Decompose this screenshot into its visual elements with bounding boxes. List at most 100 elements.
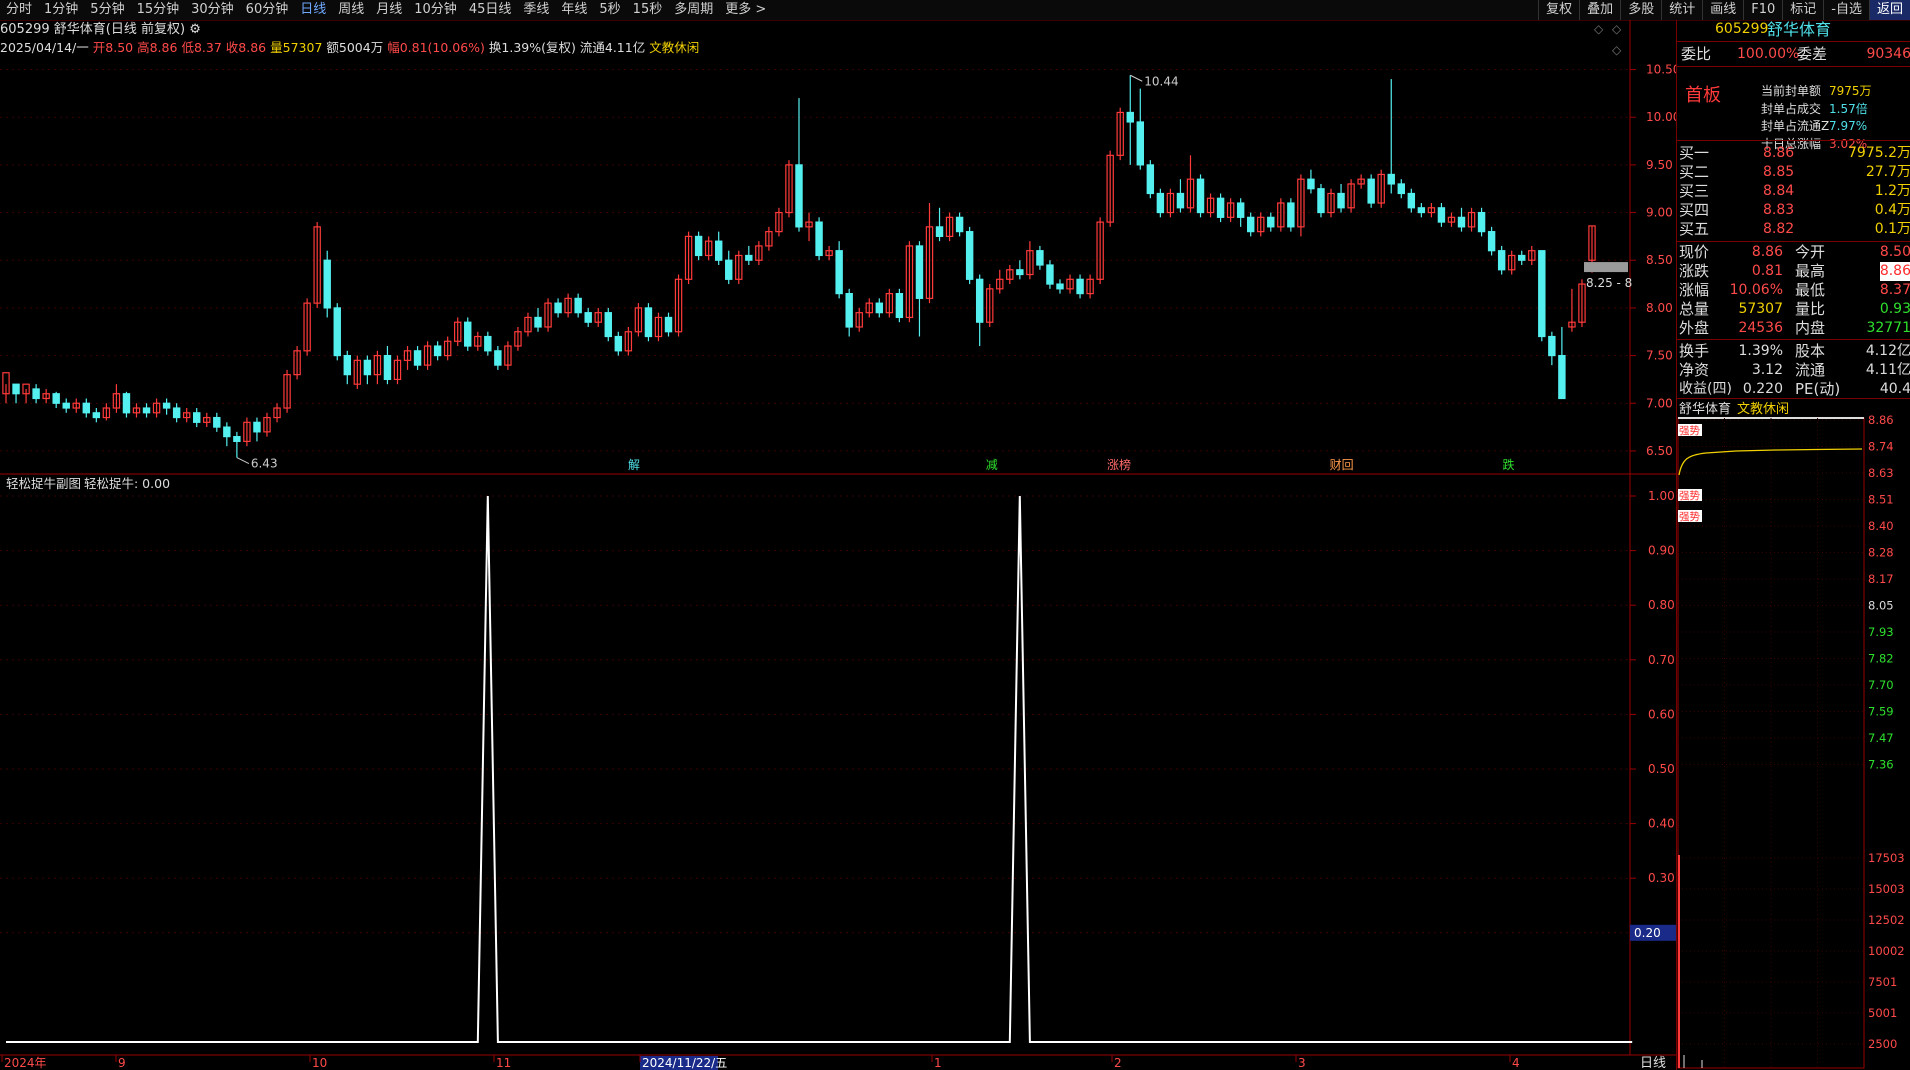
candle-body[interactable] bbox=[333, 307, 341, 357]
candle-body[interactable] bbox=[955, 216, 964, 233]
candle-body[interactable] bbox=[845, 293, 853, 328]
candle-body[interactable] bbox=[193, 412, 201, 423]
candle-body[interactable] bbox=[1417, 207, 1426, 214]
candle-body[interactable] bbox=[363, 359, 372, 376]
candle-body[interactable] bbox=[714, 240, 723, 261]
candle-body[interactable] bbox=[52, 393, 60, 404]
candle-body[interactable] bbox=[1477, 211, 1486, 233]
candle-body[interactable] bbox=[1016, 269, 1024, 276]
candle-body[interactable] bbox=[1287, 202, 1295, 228]
candle-body[interactable] bbox=[1518, 254, 1526, 261]
candle-body[interactable] bbox=[664, 316, 673, 333]
candle-body[interactable] bbox=[1216, 197, 1225, 218]
candle-body[interactable] bbox=[554, 302, 562, 314]
candle-body[interactable] bbox=[1367, 178, 1375, 204]
mini-price-tick: 7.70 bbox=[1868, 678, 1894, 692]
sub-series-label: 轻松捉牛: 0.00 bbox=[84, 476, 170, 491]
candle-body[interactable] bbox=[965, 231, 974, 280]
high-pointer bbox=[1130, 74, 1143, 82]
candle-body[interactable] bbox=[745, 254, 753, 261]
candle-body[interactable] bbox=[122, 393, 131, 414]
candle-body[interactable] bbox=[464, 321, 472, 347]
tool-button-5[interactable]: F10 bbox=[1743, 0, 1782, 20]
candle-body[interactable] bbox=[213, 416, 221, 428]
candle-body[interactable] bbox=[484, 335, 492, 352]
diamond-icon[interactable]: ◇ bbox=[1594, 22, 1604, 36]
candle-body[interactable] bbox=[82, 402, 91, 414]
candle-body[interactable] bbox=[383, 354, 392, 381]
tool-button-4[interactable]: 画线 bbox=[1702, 0, 1743, 20]
tool-button-8[interactable]: 返回 bbox=[1868, 0, 1910, 20]
candle-body[interactable] bbox=[1337, 192, 1345, 209]
candle-body[interactable] bbox=[815, 221, 823, 257]
tool-button-6[interactable]: 标记 bbox=[1782, 0, 1823, 20]
candle-body[interactable] bbox=[1236, 202, 1245, 218]
event-marker-3[interactable]: 财回 bbox=[1330, 458, 1354, 472]
candle-body[interactable] bbox=[614, 335, 623, 352]
candle-body[interactable] bbox=[413, 350, 422, 366]
candle-body[interactable] bbox=[32, 388, 40, 400]
candle-body[interactable] bbox=[1176, 192, 1185, 209]
intraday-mini-chart[interactable]: 8.86 8.74 8.63 8.51 8.40 8.28 8.17 8.05 7.93 7.82… bbox=[1676, 415, 1910, 1070]
candle-body[interactable] bbox=[433, 345, 442, 357]
candle-body[interactable] bbox=[1146, 164, 1155, 195]
candle-body[interactable] bbox=[725, 259, 733, 280]
candle-body[interactable] bbox=[1307, 178, 1315, 190]
candle-body[interactable] bbox=[975, 278, 984, 323]
candle-body[interactable] bbox=[1046, 264, 1054, 285]
event-marker-1[interactable]: 减 bbox=[986, 458, 998, 472]
candle-body[interactable] bbox=[915, 245, 924, 299]
candle-body[interactable] bbox=[1497, 250, 1506, 271]
candle-body[interactable] bbox=[1036, 250, 1044, 266]
candle-body[interactable] bbox=[1246, 216, 1255, 233]
candle-body[interactable] bbox=[12, 383, 20, 395]
candle-body[interactable] bbox=[1487, 231, 1496, 252]
candle-body[interactable] bbox=[1538, 250, 1546, 338]
candle-body[interactable] bbox=[694, 235, 703, 257]
candle-body[interactable] bbox=[172, 407, 181, 419]
candle-body[interactable] bbox=[574, 297, 582, 314]
candle-body[interactable] bbox=[1558, 354, 1566, 400]
event-marker-2[interactable]: 涨榜 bbox=[1107, 457, 1131, 472]
candle-body[interactable] bbox=[92, 412, 101, 419]
candle-body[interactable] bbox=[1056, 283, 1064, 290]
candle-body[interactable] bbox=[534, 316, 542, 328]
candle-body[interactable] bbox=[233, 436, 241, 442]
candle-body[interactable] bbox=[1387, 173, 1395, 185]
candle-body[interactable] bbox=[1136, 121, 1145, 166]
candle-body[interactable] bbox=[323, 259, 331, 309]
candle-body[interactable] bbox=[1548, 335, 1556, 357]
tool-button-7[interactable]: -自选 bbox=[1823, 0, 1869, 20]
sub-indicator-line[interactable] bbox=[6, 495, 1633, 1043]
candle-body[interactable] bbox=[875, 302, 884, 314]
candle-body[interactable] bbox=[1196, 178, 1205, 214]
candle-body[interactable] bbox=[343, 354, 352, 376]
event-marker-4[interactable]: 跌 bbox=[1503, 457, 1515, 472]
kline-chart[interactable]: 10.446.438.25 - 8◇◇◇解减涨榜财回跌 10.5010.009.… bbox=[0, 0, 1676, 1070]
candle-body[interactable] bbox=[604, 312, 612, 338]
candle-body[interactable] bbox=[223, 426, 231, 438]
candle-body[interactable] bbox=[1397, 183, 1405, 195]
candle-body[interactable] bbox=[1076, 278, 1084, 295]
collapse-icon[interactable]: ◇ bbox=[1612, 43, 1622, 57]
candle-body[interactable] bbox=[142, 407, 151, 414]
candle-body[interactable] bbox=[1457, 216, 1466, 228]
candle-body[interactable] bbox=[253, 421, 261, 433]
candle-body[interactable] bbox=[162, 402, 171, 409]
candle-body[interactable] bbox=[494, 350, 502, 366]
candle-body[interactable] bbox=[1156, 192, 1165, 214]
candle-body[interactable] bbox=[644, 307, 653, 338]
candle-body[interactable] bbox=[1317, 188, 1325, 214]
candle-body[interactable] bbox=[835, 250, 843, 295]
candle-body[interactable] bbox=[935, 226, 944, 237]
candle-body[interactable] bbox=[795, 164, 803, 228]
diamond-icon-2[interactable]: ◇ bbox=[1612, 22, 1622, 36]
event-marker-0[interactable]: 解 bbox=[628, 458, 640, 472]
candle-body[interactable] bbox=[62, 402, 70, 409]
candle-body[interactable] bbox=[1407, 192, 1416, 209]
candle-body[interactable] bbox=[895, 293, 904, 319]
candle-body[interactable] bbox=[1126, 111, 1134, 123]
candle-body[interactable] bbox=[584, 312, 592, 323]
candle-body[interactable] bbox=[1437, 207, 1446, 223]
candle-body[interactable] bbox=[1267, 216, 1275, 228]
